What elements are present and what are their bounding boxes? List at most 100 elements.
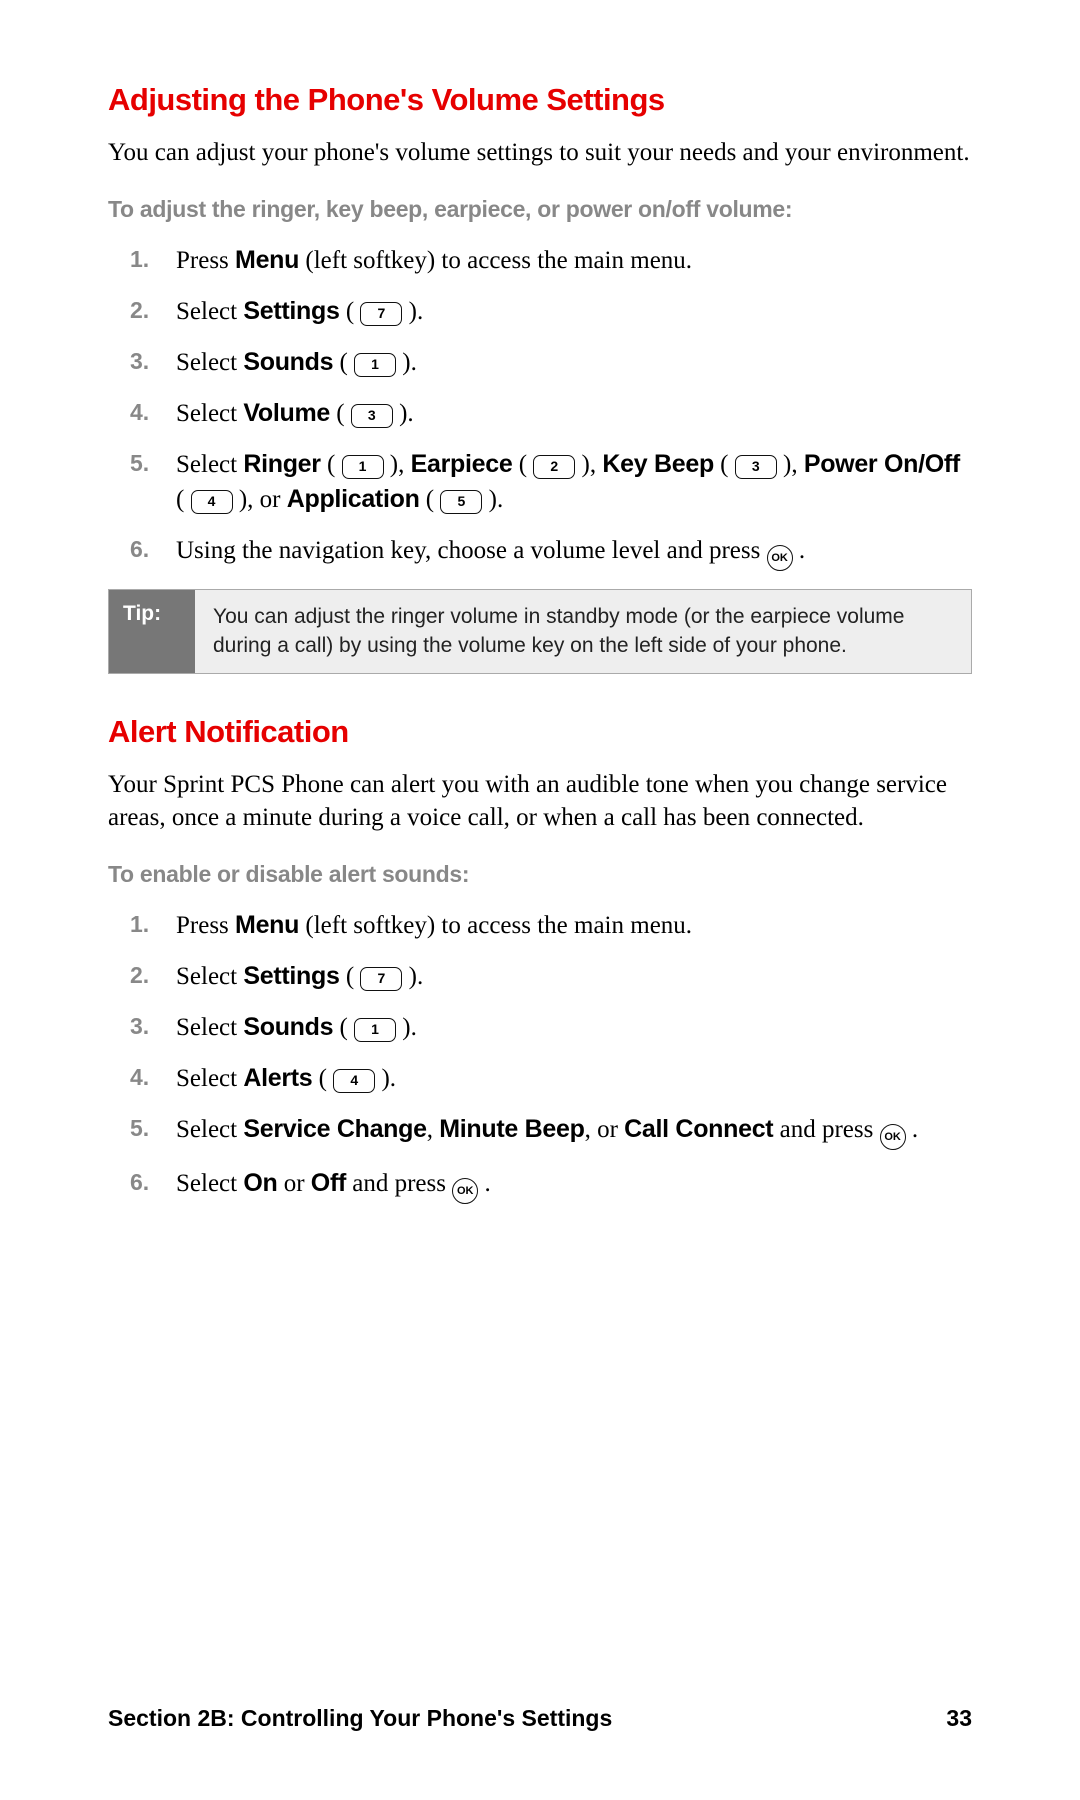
text: or [277, 1170, 310, 1197]
step-3: Select Sounds ( 1 ). [108, 345, 972, 380]
bold-poweronoff: Power On/Off [804, 450, 960, 478]
bold-sounds: Sounds [243, 1013, 333, 1041]
step-2: Select Settings ( 7 ). [108, 959, 972, 994]
steps-volume: Press Menu (left softkey) to access the … [108, 243, 972, 571]
heading-volume-settings: Adjusting the Phone's Volume Settings [108, 82, 972, 118]
bold-application: Application [287, 485, 420, 513]
intro-alert: Your Sprint PCS Phone can alert you with… [108, 768, 972, 836]
keycap-7-icon: 7 [360, 967, 402, 991]
text: Select [176, 1065, 243, 1092]
bold-menu: Menu [235, 246, 299, 274]
text: ( [312, 1065, 333, 1092]
bold-minute-beep: Minute Beep [439, 1115, 584, 1143]
text: ). [375, 1065, 396, 1092]
keycap-4-icon: 4 [333, 1069, 375, 1093]
text: Select [176, 1116, 243, 1143]
text: and press [346, 1170, 452, 1197]
text: Select [176, 1170, 243, 1197]
text: ). [402, 963, 423, 990]
steps-alert: Press Menu (left softkey) to access the … [108, 908, 972, 1204]
step-2: Select Settings ( 7 ). [108, 294, 972, 329]
page-footer: Section 2B: Controlling Your Phone's Set… [108, 1705, 972, 1732]
subhead-alert: To enable or disable alert sounds: [108, 861, 972, 888]
step-4: Select Volume ( 3 ). [108, 396, 972, 431]
ok-button-icon: OK [880, 1124, 906, 1150]
text: and press [773, 1116, 879, 1143]
keycap-2-icon: 2 [533, 455, 575, 479]
bold-volume: Volume [243, 399, 330, 427]
step-5: Select Service Change, Minute Beep, or C… [108, 1112, 972, 1150]
text: Select [176, 963, 243, 990]
bold-service-change: Service Change [243, 1115, 426, 1143]
footer-page-number: 33 [946, 1705, 972, 1732]
step-1: Press Menu (left softkey) to access the … [108, 908, 972, 943]
text: , or [585, 1116, 625, 1143]
keycap-7-icon: 7 [360, 302, 402, 326]
bold-sounds: Sounds [243, 348, 333, 376]
step-6: Select On or Off and press OK . [108, 1166, 972, 1204]
bold-off: Off [311, 1169, 346, 1197]
text: ), [777, 451, 804, 478]
tip-box: Tip: You can adjust the ringer volume in… [108, 589, 972, 674]
bold-ringer: Ringer [243, 450, 320, 478]
text: Press [176, 912, 235, 939]
step-1: Press Menu (left softkey) to access the … [108, 243, 972, 278]
text: . [478, 1170, 491, 1197]
ok-button-icon: OK [452, 1178, 478, 1204]
bold-on: On [243, 1169, 277, 1197]
keycap-1-icon: 1 [354, 353, 396, 377]
text: ), [384, 451, 411, 478]
text: Select [176, 349, 243, 376]
text: ( [333, 1014, 354, 1041]
text: ). [393, 400, 414, 427]
bold-earpiece: Earpiece [411, 450, 513, 478]
text: ). [402, 298, 423, 325]
text: ), or [233, 486, 287, 513]
step-5: Select Ringer ( 1 ), Earpiece ( 2 ), Key… [108, 447, 972, 517]
bold-settings: Settings [243, 962, 339, 990]
text: ). [396, 349, 417, 376]
text: (left softkey) to access the main menu. [299, 912, 692, 939]
footer-section: Section 2B: Controlling Your Phone's Set… [108, 1705, 612, 1732]
text: , [427, 1116, 440, 1143]
tip-label: Tip: [109, 590, 195, 673]
text: ( [330, 400, 351, 427]
bold-menu: Menu [235, 911, 299, 939]
bold-keybeep: Key Beep [602, 450, 714, 478]
bold-alerts: Alerts [243, 1064, 312, 1092]
text: Select [176, 298, 243, 325]
keycap-1-icon: 1 [354, 1018, 396, 1042]
step-4: Select Alerts ( 4 ). [108, 1061, 972, 1096]
text: ( [420, 486, 441, 513]
text: Select [176, 1014, 243, 1041]
keycap-5-icon: 5 [440, 490, 482, 514]
step-6: Using the navigation key, choose a volum… [108, 533, 972, 571]
text: ), [575, 451, 602, 478]
text: . [906, 1116, 919, 1143]
text: ( [512, 451, 533, 478]
text: ). [482, 486, 503, 513]
text: Select [176, 400, 243, 427]
heading-alert-notification: Alert Notification [108, 714, 972, 750]
text: ( [340, 298, 361, 325]
text: ( [176, 486, 191, 513]
keycap-4-icon: 4 [191, 490, 233, 514]
keycap-3-icon: 3 [351, 404, 393, 428]
text: Press [176, 247, 235, 274]
step-3: Select Sounds ( 1 ). [108, 1010, 972, 1045]
text: ( [321, 451, 342, 478]
text: Select [176, 451, 243, 478]
bold-call-connect: Call Connect [624, 1115, 773, 1143]
tip-text: You can adjust the ringer volume in stan… [195, 590, 971, 673]
text: . [793, 537, 806, 564]
text: (left softkey) to access the main menu. [299, 247, 692, 274]
ok-button-icon: OK [767, 545, 793, 571]
subhead-volume: To adjust the ringer, key beep, earpiece… [108, 196, 972, 223]
bold-settings: Settings [243, 297, 339, 325]
text: ( [340, 963, 361, 990]
text: ). [396, 1014, 417, 1041]
intro-volume: You can adjust your phone's volume setti… [108, 136, 972, 170]
keycap-3-icon: 3 [735, 455, 777, 479]
text: ( [333, 349, 354, 376]
keycap-1-icon: 1 [342, 455, 384, 479]
